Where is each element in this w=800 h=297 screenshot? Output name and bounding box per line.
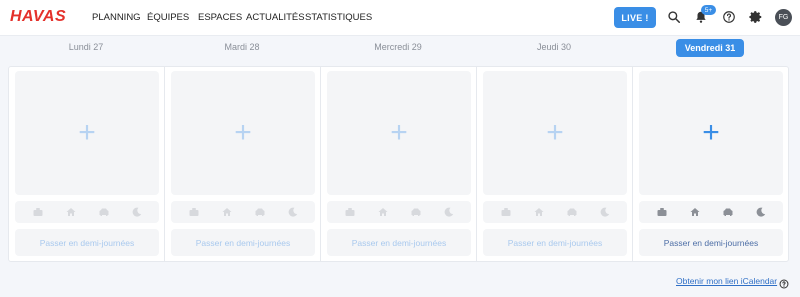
plus-icon: + <box>78 116 96 149</box>
briefcase-icon[interactable] <box>345 207 355 217</box>
moon-icon[interactable] <box>444 207 454 217</box>
half-day-button[interactable]: Passer en demi-journées <box>483 229 627 256</box>
car-icon[interactable] <box>255 207 265 217</box>
home-icon[interactable] <box>66 207 76 217</box>
slot-type-icons <box>639 201 783 223</box>
havas-logo[interactable]: HAVAS <box>10 8 66 26</box>
moon-icon[interactable] <box>756 207 766 217</box>
add-slot-button[interactable]: + <box>15 71 159 195</box>
day-column: + Passer en demi-journées <box>9 67 165 261</box>
day-header-mardi[interactable]: Mardi 28 <box>164 42 320 52</box>
moon-icon[interactable] <box>600 207 610 217</box>
car-icon[interactable] <box>567 207 577 217</box>
add-slot-button[interactable]: + <box>483 71 627 195</box>
day-column: + Passer en demi-journées <box>477 67 633 261</box>
home-icon[interactable] <box>378 207 388 217</box>
moon-icon[interactable] <box>288 207 298 217</box>
nav-actualites[interactable]: ACTUALITÉS <box>246 12 305 23</box>
nav-espaces[interactable]: ESPACES <box>198 12 242 23</box>
briefcase-icon[interactable] <box>657 207 667 217</box>
day-column-active: + Passer en demi-journées <box>633 67 789 261</box>
briefcase-icon[interactable] <box>501 207 511 217</box>
plus-icon: + <box>390 116 408 149</box>
slot-type-icons <box>327 201 471 223</box>
plus-icon: + <box>546 116 564 149</box>
day-header-lundi[interactable]: Lundi 27 <box>8 42 164 52</box>
slot-type-icons <box>15 201 159 223</box>
day-header-vendredi[interactable]: Vendredi 31 <box>632 39 788 57</box>
days-header: Lundi 27 Mardi 28 Mercredi 29 Jeudi 30 V… <box>8 36 789 64</box>
half-day-button[interactable]: Passer en demi-journées <box>327 229 471 256</box>
car-icon[interactable] <box>99 207 109 217</box>
slot-type-icons <box>171 201 315 223</box>
car-icon[interactable] <box>411 207 421 217</box>
add-slot-button[interactable]: + <box>639 71 783 195</box>
home-icon[interactable] <box>690 207 700 217</box>
plus-icon: + <box>702 116 720 149</box>
day-header-jeudi[interactable]: Jeudi 30 <box>476 42 632 52</box>
active-day-pill[interactable]: Vendredi 31 <box>675 39 745 57</box>
help-icon[interactable] <box>779 276 789 289</box>
search-icon[interactable] <box>666 9 682 25</box>
home-icon[interactable] <box>222 207 232 217</box>
notification-badge: 5+ <box>701 5 716 15</box>
gear-icon[interactable] <box>748 9 764 25</box>
briefcase-icon[interactable] <box>33 207 43 217</box>
nav-statistiques[interactable]: STATISTIQUES <box>305 12 372 23</box>
day-column: + Passer en demi-journées <box>321 67 477 261</box>
moon-icon[interactable] <box>132 207 142 217</box>
car-icon[interactable] <box>723 207 733 217</box>
day-column: + Passer en demi-journées <box>165 67 321 261</box>
help-icon[interactable] <box>721 9 737 25</box>
add-slot-button[interactable]: + <box>171 71 315 195</box>
half-day-button[interactable]: Passer en demi-journées <box>171 229 315 256</box>
week-grid: + Passer en demi-journées + Passer en de… <box>8 66 789 262</box>
add-slot-button[interactable]: + <box>327 71 471 195</box>
nav-planning[interactable]: PLANNING <box>92 12 141 23</box>
slot-type-icons <box>483 201 627 223</box>
half-day-button[interactable]: Passer en demi-journées <box>639 229 783 256</box>
plus-icon: + <box>234 116 252 149</box>
top-bar: HAVAS PLANNING ÉQUIPES ESPACES ACTUALITÉ… <box>0 0 800 36</box>
nav-equipes[interactable]: ÉQUIPES <box>147 12 189 23</box>
ical-link[interactable]: Obtenir mon lien iCalendar <box>676 276 777 286</box>
user-avatar[interactable]: FG <box>775 9 792 26</box>
briefcase-icon[interactable] <box>189 207 199 217</box>
live-button[interactable]: LIVE ! <box>614 7 656 28</box>
half-day-button[interactable]: Passer en demi-journées <box>15 229 159 256</box>
day-header-mercredi[interactable]: Mercredi 29 <box>320 42 476 52</box>
home-icon[interactable] <box>534 207 544 217</box>
